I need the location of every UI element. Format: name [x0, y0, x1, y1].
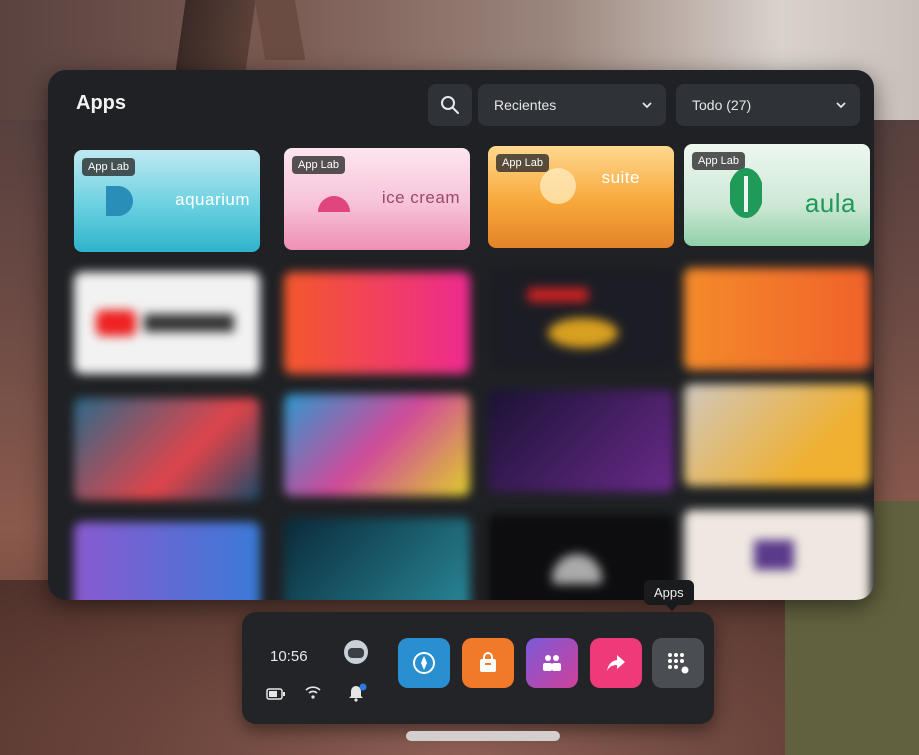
system-dock: 10:56 — [242, 612, 714, 724]
compass-icon — [413, 652, 435, 674]
app-tile-blurred[interactable] — [74, 522, 260, 600]
people-icon — [543, 655, 561, 671]
app-tile-aula[interactable]: App Lab aula — [684, 144, 870, 246]
app-name: aula — [804, 188, 856, 218]
share-arrow-icon — [607, 655, 625, 671]
app-tile-aquarium[interactable]: App Lab aquarium — [74, 150, 260, 252]
search-icon — [441, 96, 459, 114]
app-tile-blurred[interactable] — [284, 518, 470, 600]
wifi-icon — [305, 686, 321, 699]
shopping-bag-icon — [480, 652, 496, 672]
avatar[interactable] — [344, 640, 368, 664]
share-button[interactable] — [590, 638, 642, 688]
sort-dropdown[interactable]: Recientes — [478, 84, 666, 126]
app-grid-icon — [668, 653, 689, 674]
background-pillar — [174, 0, 256, 80]
notification-bell-icon[interactable] — [346, 682, 368, 702]
home-indicator — [406, 731, 560, 741]
explore-button[interactable] — [398, 638, 450, 688]
app-tile-suite[interactable]: App Lab suite — [488, 146, 674, 248]
chevron-down-icon — [836, 102, 846, 109]
app-tile-blurred[interactable] — [488, 268, 674, 370]
app-tile-blurred[interactable] — [74, 272, 260, 374]
aquarium-logo-icon — [106, 186, 133, 216]
chevron-down-icon — [642, 102, 652, 109]
app-lab-badge: App Lab — [292, 156, 345, 174]
battery-icon — [266, 688, 285, 700]
aula-logo-icon — [730, 168, 762, 218]
people-button[interactable] — [526, 638, 578, 688]
ice-cream-logo-icon — [318, 196, 350, 212]
sort-dropdown-value: Recientes — [494, 97, 557, 113]
app-tile-blurred[interactable] — [74, 398, 260, 500]
app-tile-blurred[interactable] — [284, 394, 470, 496]
search-button[interactable] — [428, 84, 472, 126]
app-tile-blurred[interactable] — [684, 510, 870, 600]
app-tile-blurred[interactable] — [284, 272, 470, 374]
apps-tooltip: Apps — [644, 580, 694, 611]
filter-dropdown-value: Todo (27) — [692, 97, 752, 113]
app-name: suite — [601, 168, 640, 187]
app-lab-badge: App Lab — [82, 158, 135, 176]
suite-logo-icon — [540, 168, 576, 204]
app-tile-blurred[interactable] — [488, 390, 674, 492]
apps-button[interactable] — [652, 638, 704, 688]
app-name: ice cream — [381, 188, 460, 207]
app-tile-blurred[interactable] — [684, 268, 870, 370]
app-name: aquarium — [175, 190, 250, 209]
apps-panel: Apps Recientes Todo (27) App Lab aquariu… — [48, 70, 874, 600]
app-tile-ice-cream[interactable]: App Lab ice cream — [284, 148, 470, 250]
clock: 10:56 — [270, 648, 308, 665]
store-button[interactable] — [462, 638, 514, 688]
panel-title: Apps — [76, 92, 126, 114]
app-tile-blurred[interactable] — [684, 384, 870, 486]
filter-dropdown[interactable]: Todo (27) — [676, 84, 860, 126]
